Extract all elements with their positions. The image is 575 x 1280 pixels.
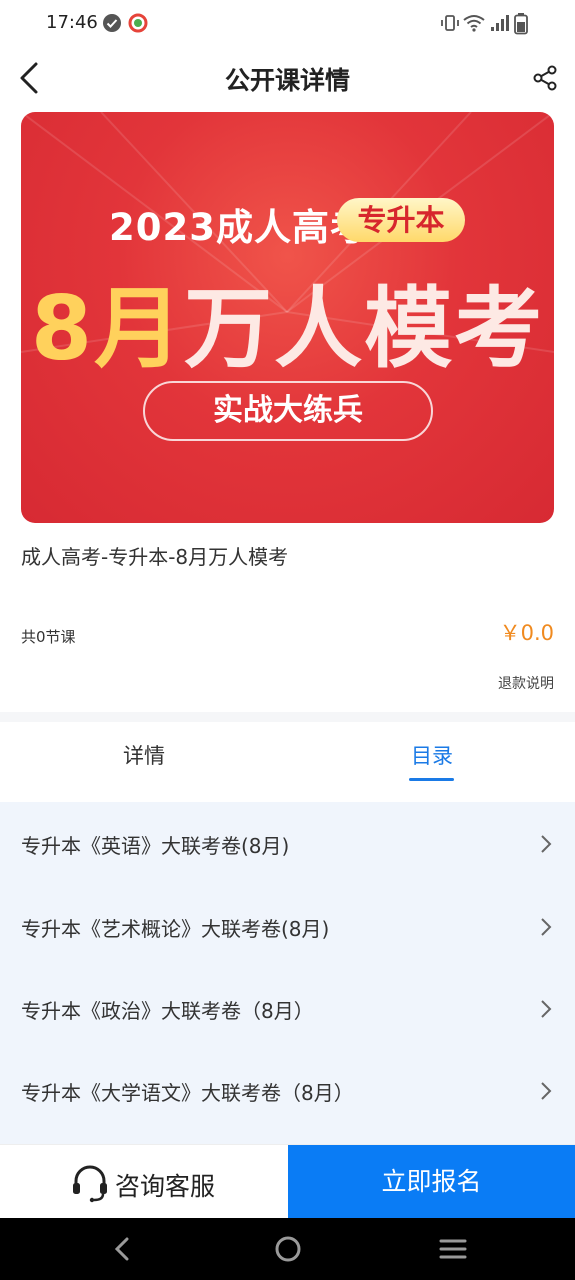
banner-button: 实战大练兵: [143, 381, 433, 441]
list-item-label: 专升本《政治》大联考卷（8月）: [21, 999, 314, 1023]
system-nav-bar: [0, 1218, 575, 1280]
list-item[interactable]: 专升本《政治》大联考卷（8月）: [0, 967, 575, 1049]
signal-icon: [491, 15, 509, 31]
course-title: 成人高考-专升本-8月万人模考: [21, 545, 289, 569]
vibrate-icon: [441, 15, 459, 31]
tab-details[interactable]: 详情: [123, 740, 165, 770]
check-circle-icon: [103, 14, 121, 32]
status-time: 17:46: [46, 12, 98, 33]
chevron-right-icon: [541, 1082, 552, 1100]
headset-icon: [73, 1165, 107, 1203]
bottom-action-bar: 咨询客服 立即报名: [0, 1144, 575, 1219]
course-banner: 2023成人高考 专升本 8月万人模考 实战大练兵: [21, 112, 554, 523]
tab-catalog[interactable]: 目录: [411, 740, 453, 770]
consult-label: 咨询客服: [115, 1172, 216, 1201]
list-item-label: 专升本《大学语文》大联考卷（8月）: [21, 1081, 354, 1105]
page-title: 公开课详情: [224, 66, 350, 95]
banner-tag: 专升本: [337, 198, 465, 242]
app-badge-icon: [128, 13, 148, 33]
nav-back-icon[interactable]: [110, 1234, 134, 1264]
share-icon[interactable]: [531, 64, 559, 92]
status-bar: 17:46: [0, 0, 575, 48]
course-price: ￥0.0: [499, 621, 554, 645]
refund-link[interactable]: 退款说明: [498, 673, 554, 693]
nav-menu-icon[interactable]: [438, 1234, 468, 1264]
banner-headline-highlight: 8月: [30, 277, 185, 380]
lesson-count: 共0节课: [21, 628, 76, 646]
consult-button[interactable]: 咨询客服: [0, 1145, 288, 1219]
section-divider: [0, 712, 575, 722]
active-tab-indicator: [409, 778, 454, 781]
banner-year-line: 2023成人高考: [109, 206, 368, 249]
chevron-right-icon: [541, 1000, 552, 1018]
wifi-icon: [463, 15, 485, 32]
top-nav-bar: 公开课详情: [0, 48, 575, 110]
catalog-list: 专升本《英语》大联考卷(8月) 专升本《艺术概论》大联考卷(8月) 专升本《政治…: [0, 802, 575, 1144]
signup-button[interactable]: 立即报名: [288, 1145, 575, 1219]
list-item[interactable]: 专升本《英语》大联考卷(8月): [0, 802, 575, 884]
nav-home-icon[interactable]: [274, 1234, 302, 1264]
chevron-right-icon: [541, 835, 552, 853]
list-item[interactable]: 专升本《艺术概论》大联考卷(8月): [0, 885, 575, 967]
battery-icon: [514, 13, 528, 35]
list-item-label: 专升本《艺术概论》大联考卷(8月): [21, 917, 330, 941]
list-item[interactable]: 专升本《大学语文》大联考卷（8月）: [0, 1049, 575, 1131]
list-item-label: 专升本《英语》大联考卷(8月): [21, 834, 290, 858]
chevron-right-icon: [541, 918, 552, 936]
banner-headline: 8月万人模考: [21, 258, 554, 385]
tab-bar: 详情 目录: [0, 722, 575, 802]
banner-headline-rest: 万人模考: [184, 277, 545, 380]
